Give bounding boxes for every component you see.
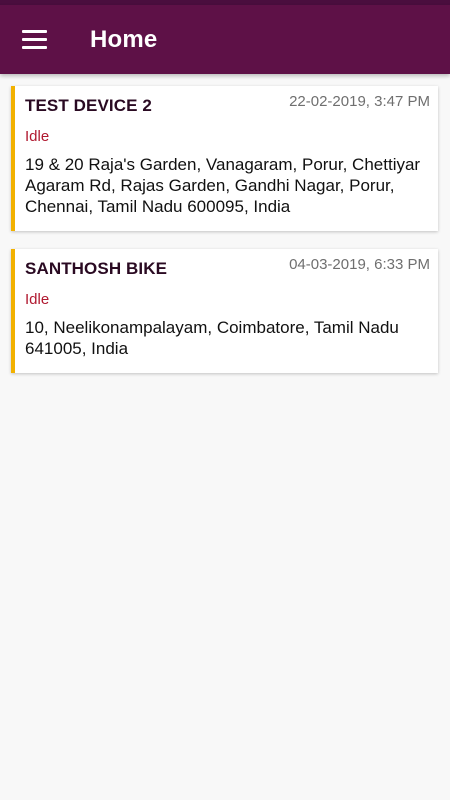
menu-bar-line [22,38,47,41]
device-status: Idle [25,291,50,308]
device-name: TEST DEVICE 2 [25,96,152,115]
device-name: SANTHOSH BIKE [25,259,168,278]
page-title: Home [90,25,158,53]
device-card[interactable]: SANTHOSH BIKE 04-03-2019, 6:33 PM Idle 1… [11,249,438,373]
menu-bar-line [22,46,47,49]
device-status: Idle [25,128,50,145]
hamburger-menu-icon[interactable] [22,28,50,52]
device-address: 10, Neelikonampalayam, Coimbatore, Tamil… [25,318,399,358]
menu-bar-line [22,30,47,33]
device-list: TEST DEVICE 2 22-02-2019, 3:47 PM Idle 1… [11,86,439,391]
device-card[interactable]: TEST DEVICE 2 22-02-2019, 3:47 PM Idle 1… [11,86,438,231]
last-update-timestamp: 04-03-2019, 6:33 PM [289,256,430,273]
card-header: SANTHOSH BIKE 04-03-2019, 6:33 PM [25,256,430,281]
card-header: TEST DEVICE 2 22-02-2019, 3:47 PM [25,93,430,118]
last-update-timestamp: 22-02-2019, 3:47 PM [289,93,430,110]
device-address: 19 & 20 Raja's Garden, Vanagaram, Porur,… [25,155,421,216]
app-bar: Home [0,5,450,74]
